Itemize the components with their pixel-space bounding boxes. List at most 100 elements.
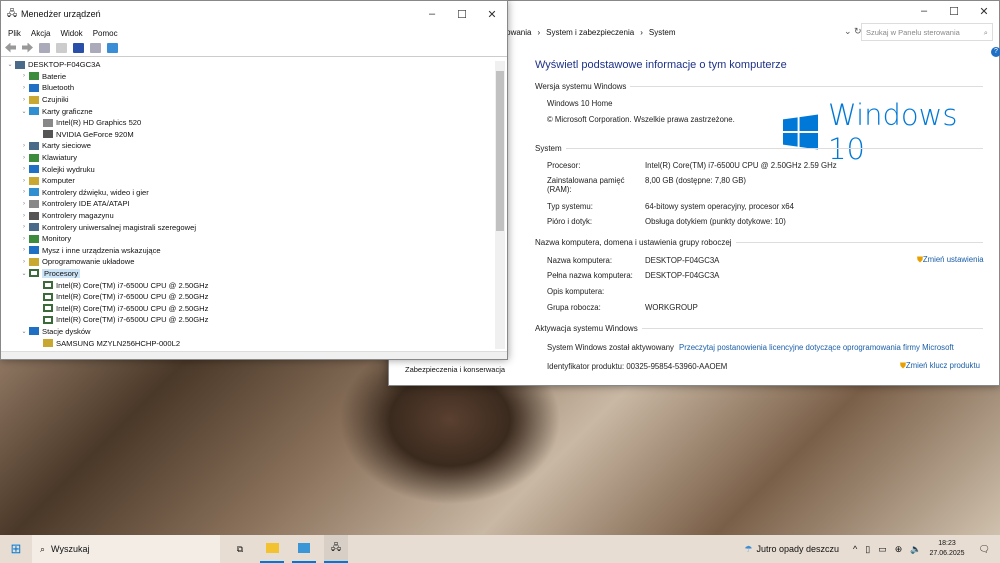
tree-item[interactable]: › Baterie: [1, 71, 493, 83]
console-icon[interactable]: [90, 42, 101, 53]
title-bar: 🖧 Menedżer urządzeń – ☐ ✕: [1, 1, 507, 27]
chevron-right-icon[interactable]: ›: [19, 247, 29, 253]
help-icon[interactable]: ?: [991, 47, 1000, 57]
menu-file[interactable]: Plik: [8, 29, 21, 38]
tree-item[interactable]: › Bluetooth: [1, 82, 493, 94]
chevron-right-icon[interactable]: ›: [19, 97, 29, 103]
chevron-right-icon[interactable]: ›: [19, 166, 29, 172]
tree-item[interactable]: Intel(R) HD Graphics 520: [1, 117, 493, 129]
search-input[interactable]: Szukaj w Panelu sterowania ⌕: [861, 23, 993, 41]
tree-item[interactable]: › Mysz i inne urządzenia wskazujące: [1, 245, 493, 257]
tree-item[interactable]: › Karty sieciowe: [1, 140, 493, 152]
minimize-button[interactable]: –: [417, 8, 447, 20]
tree-item[interactable]: Intel(R) Core(TM) i7-6500U CPU @ 2.50GHz: [1, 314, 493, 326]
forward-icon[interactable]: [22, 42, 33, 53]
tree-item[interactable]: › Klawiatury: [1, 152, 493, 164]
address-bar[interactable]: erowania › System i zabezpieczenia › Syste…: [499, 23, 859, 41]
sidebar-link[interactable]: Zabezpieczenia i konserwacja: [405, 365, 505, 374]
chevron-right-icon[interactable]: ›: [19, 178, 29, 184]
tree-item[interactable]: ⌄ Procesory: [1, 268, 493, 280]
tree-item[interactable]: Intel(R) Core(TM) i7-6500U CPU @ 2.50GHz: [1, 291, 493, 303]
properties-icon[interactable]: [39, 42, 50, 53]
device-icon: [29, 234, 39, 243]
clock[interactable]: 18:23 27.06.2025: [930, 539, 965, 559]
chevron-down-icon[interactable]: ⌄: [19, 108, 29, 115]
change-key-link[interactable]: ⛊Zmień klucz produktu: [900, 361, 980, 371]
chevron-right-icon[interactable]: ›: [19, 73, 29, 79]
tree-item-label: Baterie: [42, 71, 67, 81]
tree-item[interactable]: › Oprogramowanie układowe: [1, 256, 493, 268]
tree-item[interactable]: › Kolejki wydruku: [1, 163, 493, 175]
tree-item[interactable]: › Kontrolery IDE ATA/ATAPI: [1, 198, 493, 210]
scan-hardware-icon[interactable]: [107, 42, 118, 53]
tree-item[interactable]: ⌄ Karty graficzne: [1, 105, 493, 117]
minimize-button[interactable]: –: [909, 5, 939, 17]
row-value: Obsługa dotykiem (punkty dotykowe: 10): [645, 217, 786, 226]
close-button[interactable]: ✕: [477, 8, 507, 21]
tablet-icon[interactable]: ▭: [878, 544, 887, 555]
tree-item[interactable]: ⌄ DESKTOP-F04GC3A: [1, 59, 493, 71]
tree-item[interactable]: Intel(R) Core(TM) i7-6500U CPU @ 2.50GHz: [1, 302, 493, 314]
weather-text[interactable]: Jutro opady deszczu: [757, 544, 840, 554]
control-panel-icon[interactable]: [292, 535, 316, 563]
chevron-right-icon[interactable]: ›: [19, 236, 29, 242]
start-button[interactable]: ⊞: [0, 541, 32, 557]
scrollbar[interactable]: [495, 61, 505, 349]
device-icon: [29, 83, 39, 92]
network-icon[interactable]: ⊕: [895, 544, 903, 555]
maximize-button[interactable]: ☐: [939, 5, 969, 18]
back-icon[interactable]: [5, 42, 16, 53]
tree-item[interactable]: › Czujniki: [1, 94, 493, 106]
touchpad-icon[interactable]: ▯: [865, 544, 870, 555]
menu-help[interactable]: Pomoc: [93, 29, 118, 38]
tree-item-label: Czujniki: [42, 95, 69, 105]
tree-item[interactable]: › Kontrolery magazynu: [1, 210, 493, 222]
device-manager-taskbar-icon[interactable]: 🖧: [324, 535, 348, 563]
chevron-right-icon[interactable]: ›: [19, 213, 29, 219]
license-link[interactable]: Przeczytaj postanowienia licencyjne doty…: [679, 343, 954, 352]
tree-item[interactable]: › Komputer: [1, 175, 493, 187]
help-icon[interactable]: [73, 42, 84, 53]
chevron-right-icon[interactable]: ›: [19, 224, 29, 230]
update-driver-icon[interactable]: [56, 42, 67, 53]
taskbar: ⊞ ⌕ Wyszukaj ⧉ 🖧 ☂ Jutro opady deszczu ^ …: [0, 535, 1000, 563]
file-explorer-icon[interactable]: [260, 535, 284, 563]
menu-bar: Plik Akcja Widok Pomoc: [1, 27, 507, 39]
chevron-right-icon[interactable]: ›: [19, 201, 29, 207]
tree-item[interactable]: NVIDIA GeForce 920M: [1, 129, 493, 141]
tree-item[interactable]: ⌄ Stacje dysków: [1, 326, 493, 338]
volume-icon[interactable]: 🔈: [910, 544, 921, 555]
tree-item[interactable]: › Kontrolery uniwersalnej magistrali szer…: [1, 221, 493, 233]
chevron-right-icon[interactable]: ›: [19, 155, 29, 161]
row-value: WORKGROUP: [645, 303, 698, 312]
tree-item[interactable]: › Kontrolery dźwięku, wideo i gier: [1, 187, 493, 199]
chevron-right-icon[interactable]: ›: [19, 143, 29, 149]
scrollbar-thumb[interactable]: [496, 71, 504, 231]
change-settings-link[interactable]: ⛊Zmień ustawienia: [917, 255, 984, 265]
tree-item[interactable]: Intel(R) Core(TM) i7-6500U CPU @ 2.50GHz: [1, 279, 493, 291]
tree-item-label: Kontrolery IDE ATA/ATAPI: [42, 199, 130, 209]
task-view-icon[interactable]: ⧉: [228, 544, 252, 555]
menu-action[interactable]: Akcja: [31, 29, 51, 38]
breadcrumb-item[interactable]: System: [649, 28, 676, 37]
chevron-right-icon[interactable]: ›: [19, 259, 29, 265]
maximize-button[interactable]: ☐: [447, 8, 477, 21]
menu-view[interactable]: Widok: [60, 29, 82, 38]
search-icon: ⌕: [983, 28, 988, 37]
notifications-icon[interactable]: 🗨: [979, 544, 990, 555]
refresh-icon[interactable]: ⌄ ↻: [844, 26, 862, 37]
device-icon: [43, 130, 53, 139]
chevron-right-icon[interactable]: ›: [19, 85, 29, 91]
breadcrumb-item[interactable]: System i zabezpieczenia: [546, 28, 634, 37]
chevron-down-icon[interactable]: ⌄: [5, 61, 15, 68]
chevron-right-icon[interactable]: ›: [19, 189, 29, 195]
chevron-down-icon[interactable]: ⌄: [19, 270, 29, 277]
search-placeholder: Szukaj w Panelu sterowania: [866, 28, 960, 37]
search-icon: ⌕: [40, 543, 46, 554]
tree-item[interactable]: › Monitory: [1, 233, 493, 245]
taskbar-search[interactable]: ⌕ Wyszukaj: [32, 535, 220, 563]
show-hidden-icons[interactable]: ^: [853, 544, 857, 554]
chevron-down-icon[interactable]: ⌄: [19, 328, 29, 335]
close-button[interactable]: ✕: [969, 5, 999, 18]
tree-item[interactable]: SAMSUNG MZYLN256HCHP-000L2: [1, 337, 493, 349]
